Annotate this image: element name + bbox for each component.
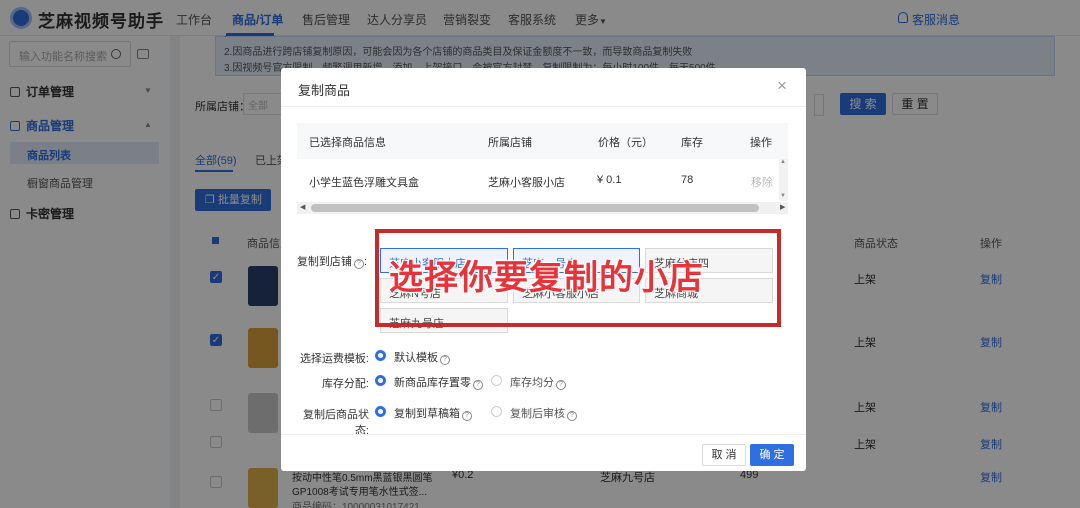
vertical-scrollbar[interactable]: ▲ ▼ xyxy=(779,159,788,201)
scroll-thumb[interactable] xyxy=(311,204,759,212)
stock-allocation-label: 库存分配: xyxy=(321,378,369,390)
col-price: 价格（元） xyxy=(598,137,653,149)
status-draft-radio[interactable] xyxy=(375,406,386,417)
help-icon[interactable]: ? xyxy=(473,380,483,390)
help-icon[interactable]: ? xyxy=(567,411,577,421)
confirm-button[interactable]: 确 定 xyxy=(750,444,794,466)
selected-products-header: 已选择商品信息 所属店铺 价格（元） 库存 操作 xyxy=(297,123,788,159)
copy-to-shop-text: 复制到店铺 xyxy=(296,256,352,268)
stock-split-label: 库存均分 xyxy=(510,377,554,389)
shipping-default-radio[interactable] xyxy=(375,350,386,361)
help-icon[interactable]: ? xyxy=(353,259,364,269)
col-shop: 所属店铺 xyxy=(488,137,532,149)
status-draft-option[interactable]: 复制到草稿箱? xyxy=(394,405,472,421)
help-icon[interactable]: ? xyxy=(462,411,472,421)
stock-zero-radio[interactable] xyxy=(375,375,386,386)
stock-zero-option[interactable]: 新商品库存置零? xyxy=(394,374,483,390)
scroll-down-icon[interactable]: ▼ xyxy=(780,193,786,199)
selected-product-shop: 芝麻小客服小店 xyxy=(488,177,565,189)
divider xyxy=(281,434,806,435)
status-review-radio[interactable] xyxy=(491,406,502,417)
shipping-default-option[interactable]: 默认模板? xyxy=(394,349,450,365)
stock-split-radio[interactable] xyxy=(491,375,502,386)
dialog-title: 复制商品 xyxy=(298,83,351,98)
status-review-option[interactable]: 复制后审核? xyxy=(510,405,577,421)
help-icon[interactable]: ? xyxy=(556,380,566,390)
cancel-button[interactable]: 取 消 xyxy=(702,444,746,466)
shipping-default-label: 默认模板 xyxy=(394,352,438,364)
divider xyxy=(281,106,806,107)
horizontal-scrollbar[interactable]: ◀ ▶ xyxy=(297,202,788,214)
status-review-label: 复制后审核 xyxy=(510,408,565,420)
status-draft-label: 复制到草稿箱 xyxy=(394,408,460,420)
shipping-template-label: 选择运费模板: xyxy=(299,353,369,365)
col-operation: 操作 xyxy=(750,137,772,149)
stock-split-option[interactable]: 库存均分? xyxy=(510,374,566,390)
col-product-info: 已选择商品信息 xyxy=(309,137,386,149)
label-colon: : xyxy=(363,256,367,268)
annotation-text: 选择你要复制的小店 xyxy=(389,259,704,297)
col-stock: 库存 xyxy=(681,137,703,149)
selected-product-stock: 78 xyxy=(681,174,694,186)
scroll-up-icon[interactable]: ▲ xyxy=(780,159,786,165)
selected-product-price: ¥ 0.1 xyxy=(597,174,622,186)
remove-link[interactable]: 移除 xyxy=(751,174,773,190)
scroll-right-icon[interactable]: ▶ xyxy=(780,203,785,211)
close-icon[interactable]: × xyxy=(777,77,787,94)
help-icon[interactable]: ? xyxy=(440,355,450,365)
stock-zero-label: 新商品库存置零 xyxy=(394,377,471,389)
scroll-left-icon[interactable]: ◀ xyxy=(300,203,305,211)
selected-product-name[interactable]: 小学生蓝色浮雕文具盒 xyxy=(309,174,419,190)
copy-to-shop-label: 复制到店铺?: xyxy=(291,253,367,269)
